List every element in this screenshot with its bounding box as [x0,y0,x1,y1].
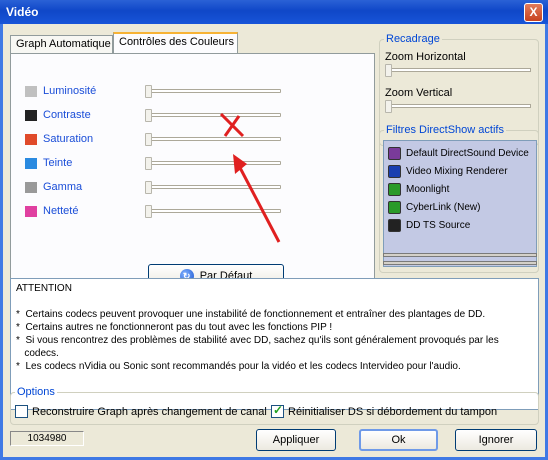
close-button[interactable]: X [524,3,543,22]
color-controls-panel: Luminosité Contraste Saturation Teinte Gamma… [10,53,375,287]
zoom-horizontal-label: Zoom Horizontal [385,51,466,63]
filter-label: CyberLink (New) [406,201,481,213]
zoom-vertical-label: Zoom Vertical [385,87,453,99]
video-settings-window: Vidéo X Graph Automatique Contrôles des … [0,0,548,460]
filter-list-item[interactable]: CyberLink (New) [388,199,480,215]
reset-ds-label: Réinitialiser DS si débordement du tampo… [288,406,498,418]
zoom-horizontal-slider[interactable] [385,64,531,77]
options-title: Options [17,386,55,398]
filter-list-item[interactable]: Default DirectSound Device [388,145,529,161]
recadrage-title: Recadrage [386,33,440,45]
filters-separator-2 [383,261,537,265]
zoom-vertical-slider[interactable] [385,100,531,113]
filter-label: Moonlight [406,183,450,195]
annotation-arrow [219,112,281,243]
filter-list-item[interactable]: Moonlight [388,181,449,197]
title-bar[interactable]: Vidéo X [0,0,548,24]
window-title: Vidéo [6,5,39,19]
filter-label: Default DirectSound Device [406,147,529,159]
filter-icon [388,182,401,196]
filter-icon [388,200,401,214]
rebuild-graph-checkbox[interactable] [15,405,28,418]
cancel-button[interactable]: Ignorer [455,429,537,451]
filters-separator-1 [383,253,537,257]
filter-list-item[interactable]: Video Mixing Renderer [388,163,508,179]
tab-graph-automatique[interactable]: Graph Automatique [10,35,113,53]
dialog-body: Graph Automatique Contrôles des Couleurs… [3,24,545,457]
tab-controles-couleurs[interactable]: Contrôles des Couleurs [113,32,238,53]
reset-ds-checkbox[interactable] [271,403,284,418]
filter-label: DD TS Source [406,219,471,231]
ok-button[interactable]: Ok [359,429,438,451]
filters-title: Filtres DirectShow actifs [386,124,504,136]
rebuild-graph-label: Reconstruire Graph après changement de c… [32,406,267,418]
zoom-horizontal-thumb[interactable] [385,64,392,77]
filters-list[interactable]: Default DirectSound Device Video Mixing R… [383,140,537,267]
filter-label: Video Mixing Renderer [406,165,508,177]
apply-button[interactable]: Appliquer [256,429,336,451]
monitor-icon [388,164,401,178]
filter-list-item[interactable]: DD TS Source [388,217,470,233]
status-value: 1034980 [10,431,84,446]
zoom-vertical-thumb[interactable] [385,100,392,113]
speaker-icon [388,146,401,160]
dd-icon [388,218,401,232]
